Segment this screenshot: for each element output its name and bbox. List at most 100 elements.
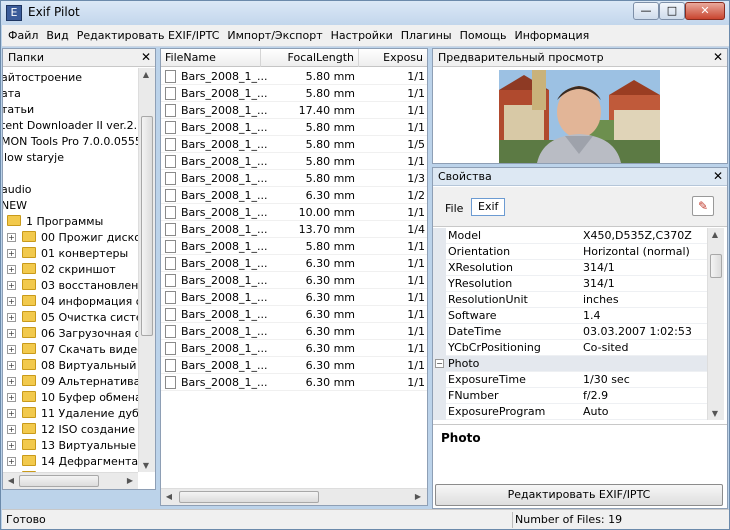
menu-item[interactable]: Вид: [42, 25, 72, 46]
tree-item[interactable]: tent Downloader II ver.2.7: [3, 118, 139, 134]
file-row[interactable]: Bars_2008_1_... 6.30 mm 1/1: [161, 289, 427, 306]
minimize-button[interactable]: —: [633, 2, 659, 20]
property-row[interactable]: YResolution 314/1: [433, 276, 709, 292]
expand-plus-icon[interactable]: +: [7, 297, 16, 306]
tree-item[interactable]: NEW: [3, 198, 27, 214]
property-grid-vscroll-thumb[interactable]: [710, 254, 722, 278]
menu-item[interactable]: Редактировать EXIF/IPTC: [73, 25, 224, 46]
tree-item[interactable]: +13 Виртуальные п: [7, 438, 139, 454]
expand-plus-icon[interactable]: +: [7, 425, 16, 434]
property-row[interactable]: Orientation Horizontal (normal): [433, 244, 709, 260]
edit-metadata-icon[interactable]: ✎: [692, 196, 714, 216]
file-row[interactable]: Bars_2008_1_... 13.70 mm 1/4: [161, 221, 427, 238]
property-row[interactable]: XResolution 314/1: [433, 260, 709, 276]
menu-item[interactable]: Настройки: [327, 25, 397, 46]
column-header-exposure[interactable]: Exposu: [359, 49, 427, 67]
expand-plus-icon[interactable]: +: [7, 249, 16, 258]
tree-item[interactable]: +11 Удаление дубл: [7, 406, 139, 422]
file-row[interactable]: Bars_2008_1_... 5.80 mm 1/1: [161, 119, 427, 136]
preview-panel-close-icon[interactable]: ✕: [713, 49, 723, 66]
folder-tree-vscrollbar[interactable]: ▲ ▼: [138, 68, 155, 472]
tree-item[interactable]: айтостроение: [3, 70, 82, 86]
tree-item[interactable]: +04 информация о: [7, 294, 139, 310]
tree-item[interactable]: +01 конвертеры: [7, 246, 128, 262]
file-row[interactable]: Bars_2008_1_... 5.80 mm 1/3: [161, 170, 427, 187]
tree-item[interactable]: +07 Скачать видео: [7, 342, 139, 358]
scroll-down-arrow-icon[interactable]: ▼: [139, 461, 153, 470]
folder-tree-hscroll-thumb[interactable]: [19, 475, 99, 487]
property-row[interactable]: Software 1.4: [433, 308, 709, 324]
expand-plus-icon[interactable]: +: [7, 233, 16, 242]
menu-item[interactable]: Плагины: [397, 25, 456, 46]
file-row[interactable]: Bars_2008_1_... 6.30 mm 1/1: [161, 374, 427, 391]
tree-item[interactable]: +03 восстановлени: [7, 278, 139, 294]
scroll-left-arrow-icon[interactable]: ◀: [4, 476, 18, 485]
close-button[interactable]: ✕: [685, 2, 725, 20]
file-row[interactable]: Bars_2008_1_... 10.00 mm 1/1: [161, 204, 427, 221]
file-row[interactable]: Bars_2008_1_... 6.30 mm 1/1: [161, 272, 427, 289]
scroll-down-arrow-icon[interactable]: ▼: [708, 409, 722, 418]
tree-item[interactable]: +05 Очистка систе: [7, 310, 139, 326]
tree-item[interactable]: +14 Дефрагментац: [7, 454, 139, 470]
file-row[interactable]: Bars_2008_1_... 5.80 mm 1/5: [161, 136, 427, 153]
column-header-focallength[interactable]: FocalLength: [261, 49, 359, 67]
menu-item[interactable]: Импорт/Экспорт: [223, 25, 326, 46]
file-row[interactable]: Bars_2008_1_... 5.80 mm 1/1: [161, 85, 427, 102]
property-category-row[interactable]: − Photo: [433, 356, 709, 372]
property-row[interactable]: YCbCrPositioning Co-sited: [433, 340, 709, 356]
file-row[interactable]: Bars_2008_1_... 5.80 mm 1/1: [161, 68, 427, 85]
tree-item[interactable]: +10 Буфер обмена: [7, 390, 139, 406]
property-row[interactable]: ExposureTime 1/30 sec: [433, 372, 709, 388]
tree-item[interactable]: audio: [3, 182, 31, 198]
file-row[interactable]: Bars_2008_1_... 5.80 mm 1/1: [161, 153, 427, 170]
scroll-up-arrow-icon[interactable]: ▲: [139, 70, 153, 79]
expand-plus-icon[interactable]: +: [7, 441, 16, 450]
expand-plus-icon[interactable]: +: [7, 377, 16, 386]
property-row[interactable]: FNumber f/2.9: [433, 388, 709, 404]
menu-item[interactable]: Помощь: [456, 25, 511, 46]
scroll-right-arrow-icon[interactable]: ▶: [123, 476, 137, 485]
tree-item[interactable]: +02 скриншот: [7, 262, 116, 278]
column-header-filename[interactable]: FileName: [161, 49, 261, 67]
tree-item[interactable]: +00 Прожиг диско: [7, 230, 139, 246]
expand-plus-icon[interactable]: +: [7, 457, 16, 466]
property-row[interactable]: DateTime 03.03.2007 1:02:53: [433, 324, 709, 340]
menu-item[interactable]: Информация: [510, 25, 593, 46]
property-grid-vscrollbar[interactable]: ▲ ▼: [707, 228, 724, 420]
folder-tree-vscroll-thumb[interactable]: [141, 116, 153, 336]
scroll-right-arrow-icon[interactable]: ▶: [411, 492, 425, 501]
expand-plus-icon[interactable]: +: [7, 345, 16, 354]
collapse-minus-icon[interactable]: −: [435, 359, 444, 368]
property-row[interactable]: ExposureProgram Auto: [433, 404, 709, 420]
tree-item[interactable]: +06 Загрузочная ф: [7, 326, 139, 342]
menu-item[interactable]: Файл: [2, 25, 42, 46]
expand-plus-icon[interactable]: +: [7, 393, 16, 402]
property-row[interactable]: ResolutionUnit inches: [433, 292, 709, 308]
file-row[interactable]: Bars_2008_1_... 6.30 mm 1/1: [161, 340, 427, 357]
tree-item[interactable]: +12 ISO создание и: [7, 422, 139, 438]
file-row[interactable]: Bars_2008_1_... 6.30 mm 1/1: [161, 255, 427, 272]
title-bar[interactable]: E Exif Pilot — □ ✕: [1, 1, 729, 25]
tree-item[interactable]: 1 Программы: [7, 214, 103, 230]
expand-plus-icon[interactable]: +: [7, 313, 16, 322]
expand-plus-icon[interactable]: +: [7, 281, 16, 290]
file-row[interactable]: Bars_2008_1_... 5.80 mm 1/1: [161, 238, 427, 255]
folder-tree-hscrollbar[interactable]: ◀ ▶: [3, 472, 138, 489]
tree-item[interactable]: +09 Альтернатива: [7, 374, 139, 390]
expand-plus-icon[interactable]: +: [7, 265, 16, 274]
scroll-left-arrow-icon[interactable]: ◀: [162, 492, 176, 501]
file-row[interactable]: Bars_2008_1_... 6.30 mm 1/1: [161, 306, 427, 323]
tree-item[interactable]: +08 Виртуальный р: [7, 358, 139, 374]
edit-exif-iptc-button[interactable]: Редактировать EXIF/IPTC: [435, 484, 723, 506]
file-list-hscroll-thumb[interactable]: [179, 491, 319, 503]
file-row[interactable]: Bars_2008_1_... 6.30 mm 1/1: [161, 357, 427, 374]
tab-exif[interactable]: Exif: [471, 198, 506, 216]
tree-item[interactable]: татьи: [3, 102, 34, 118]
property-row[interactable]: Model X450,D535Z,C370Z: [433, 228, 709, 244]
scroll-up-arrow-icon[interactable]: ▲: [708, 230, 722, 239]
properties-panel-close-icon[interactable]: ✕: [713, 168, 723, 185]
file-row[interactable]: Bars_2008_1_... 17.40 mm 1/1: [161, 102, 427, 119]
tree-item[interactable]: llow staryje: [3, 150, 64, 166]
expand-plus-icon[interactable]: +: [7, 409, 16, 418]
expand-plus-icon[interactable]: +: [7, 361, 16, 370]
